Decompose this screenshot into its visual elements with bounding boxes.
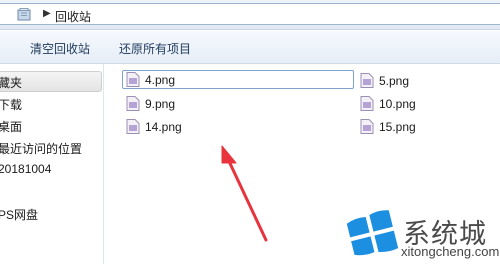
watermark-url: xitongcheng.com — [401, 244, 500, 259]
windows-logo-icon — [346, 210, 399, 256]
